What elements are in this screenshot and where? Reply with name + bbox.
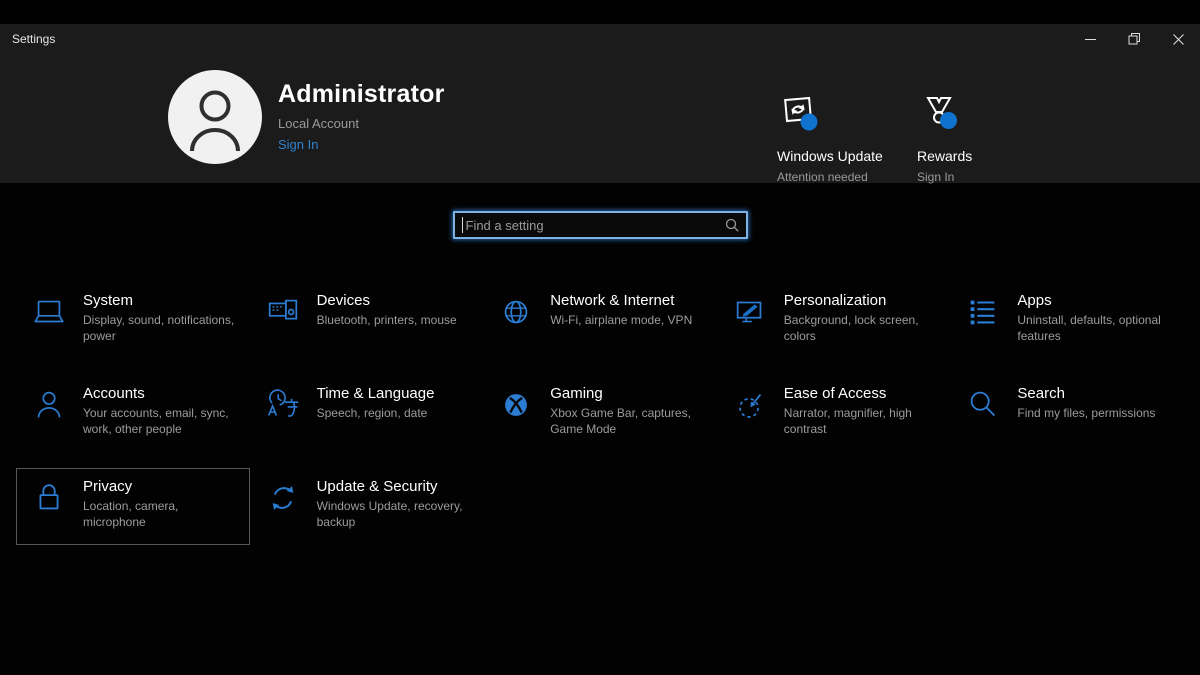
person-icon [168, 70, 262, 164]
tile-subtitle: Uninstall, defaults, optional features [1017, 313, 1169, 344]
tile-subtitle: Display, sound, notifications, power [83, 313, 235, 344]
tile-subtitle: Xbox Game Bar, captures, Game Mode [550, 406, 702, 437]
tile-text: System Display, sound, notifications, po… [83, 292, 235, 344]
time-language-icon [264, 386, 302, 424]
screen-top-strip [0, 0, 1200, 24]
tile-title: Personalization [784, 292, 936, 309]
avatar [168, 70, 262, 164]
search-box [453, 211, 748, 239]
tile-subtitle: Windows Update, recovery, backup [317, 499, 469, 530]
tile-text: Network & Internet Wi-Fi, airplane mode,… [550, 292, 692, 329]
tile-subtitle: Wi-Fi, airplane mode, VPN [550, 313, 692, 329]
tile-text: Devices Bluetooth, printers, mouse [317, 292, 457, 329]
tile-accounts[interactable]: Accounts Your accounts, email, sync, wor… [16, 375, 250, 452]
tile-title: Update & Security [317, 478, 469, 495]
search-category-icon [964, 386, 1002, 424]
tile-title: Privacy [83, 478, 235, 495]
tile-title: Gaming [550, 385, 702, 402]
tile-devices[interactable]: Devices Bluetooth, printers, mouse [250, 282, 484, 359]
tile-subtitle: Find my files, permissions [1017, 406, 1155, 422]
tile-subtitle: Your accounts, email, sync, work, other … [83, 406, 235, 437]
update-security-icon [264, 479, 302, 517]
windows-update-label: Windows Update [777, 148, 927, 164]
tile-subtitle: Background, lock screen, colors [784, 313, 936, 344]
tile-network[interactable]: Network & Internet Wi-Fi, airplane mode,… [483, 282, 717, 359]
restore-button[interactable] [1112, 24, 1156, 54]
gaming-xbox-icon [497, 386, 535, 424]
tile-system[interactable]: System Display, sound, notifications, po… [16, 282, 250, 359]
tile-subtitle: Location, camera, microphone [83, 499, 235, 530]
tile-text: Accounts Your accounts, email, sync, wor… [83, 385, 235, 437]
settings-header: Settings Administrator Local Accoun [0, 24, 1200, 183]
search-input[interactable] [453, 211, 748, 239]
text-caret [462, 217, 463, 233]
tile-privacy[interactable]: Privacy Location, camera, microphone [16, 468, 250, 545]
search-icon [725, 218, 739, 232]
tile-text: Ease of Access Narrator, magnifier, high… [784, 385, 936, 437]
tile-title: Network & Internet [550, 292, 692, 309]
system-icon [30, 293, 68, 331]
account-text: Administrator Local Account Sign In [278, 70, 445, 164]
personalization-icon [731, 293, 769, 331]
settings-home-content: System Display, sound, notifications, po… [0, 183, 1200, 675]
tile-subtitle: Speech, region, date [317, 406, 435, 422]
apps-icon [964, 293, 1002, 331]
rewards-label: Rewards [917, 148, 1067, 164]
close-icon [1173, 34, 1184, 45]
tile-title: Search [1017, 385, 1155, 402]
tile-ease-of-access[interactable]: Ease of Access Narrator, magnifier, high… [717, 375, 951, 452]
minimize-icon [1085, 34, 1096, 45]
tile-personalization[interactable]: Personalization Background, lock screen,… [717, 282, 951, 359]
tile-gaming[interactable]: Gaming Xbox Game Bar, captures, Game Mod… [483, 375, 717, 452]
rewards-status[interactable]: Rewards Sign In [917, 92, 1067, 184]
tile-text: Apps Uninstall, defaults, optional featu… [1017, 292, 1169, 344]
tile-subtitle: Bluetooth, printers, mouse [317, 313, 457, 329]
tile-text: Update & Security Windows Update, recove… [317, 478, 469, 530]
tile-title: Time & Language [317, 385, 435, 402]
windows-update-substatus: Attention needed [777, 170, 927, 184]
search-row [0, 183, 1200, 239]
account-name: Administrator [278, 80, 445, 109]
tile-update-security[interactable]: Update & Security Windows Update, recove… [250, 468, 484, 545]
tile-text: Gaming Xbox Game Bar, captures, Game Mod… [550, 385, 702, 437]
windows-update-icon [777, 92, 927, 134]
tile-text: Time & Language Speech, region, date [317, 385, 435, 422]
network-globe-icon [497, 293, 535, 331]
account-type: Local Account [278, 116, 445, 131]
tile-time-language[interactable]: Time & Language Speech, region, date [250, 375, 484, 452]
restore-icon [1128, 33, 1140, 45]
close-button[interactable] [1156, 24, 1200, 54]
privacy-lock-icon [30, 479, 68, 517]
tile-text: Search Find my files, permissions [1017, 385, 1155, 422]
tile-search[interactable]: Search Find my files, permissions [950, 375, 1184, 452]
rewards-substatus: Sign In [917, 170, 1067, 184]
tile-subtitle: Narrator, magnifier, high contrast [784, 406, 936, 437]
tile-text: Privacy Location, camera, microphone [83, 478, 235, 530]
tile-title: Apps [1017, 292, 1169, 309]
tile-title: Accounts [83, 385, 235, 402]
tile-title: Devices [317, 292, 457, 309]
account-section[interactable]: Administrator Local Account Sign In [168, 70, 445, 164]
window-controls [1068, 24, 1200, 54]
tile-title: Ease of Access [784, 385, 936, 402]
window-title: Settings [12, 32, 55, 46]
categories-grid: System Display, sound, notifications, po… [0, 282, 1200, 561]
minimize-button[interactable] [1068, 24, 1112, 54]
tile-text: Personalization Background, lock screen,… [784, 292, 936, 344]
tile-title: System [83, 292, 235, 309]
devices-icon [264, 293, 302, 331]
titlebar: Settings [0, 24, 1200, 54]
ease-of-access-icon [731, 386, 769, 424]
accounts-person-icon [30, 386, 68, 424]
tile-apps[interactable]: Apps Uninstall, defaults, optional featu… [950, 282, 1184, 359]
rewards-icon [917, 92, 1067, 134]
windows-update-status[interactable]: Windows Update Attention needed [777, 92, 927, 184]
sign-in-link[interactable]: Sign In [278, 137, 445, 152]
